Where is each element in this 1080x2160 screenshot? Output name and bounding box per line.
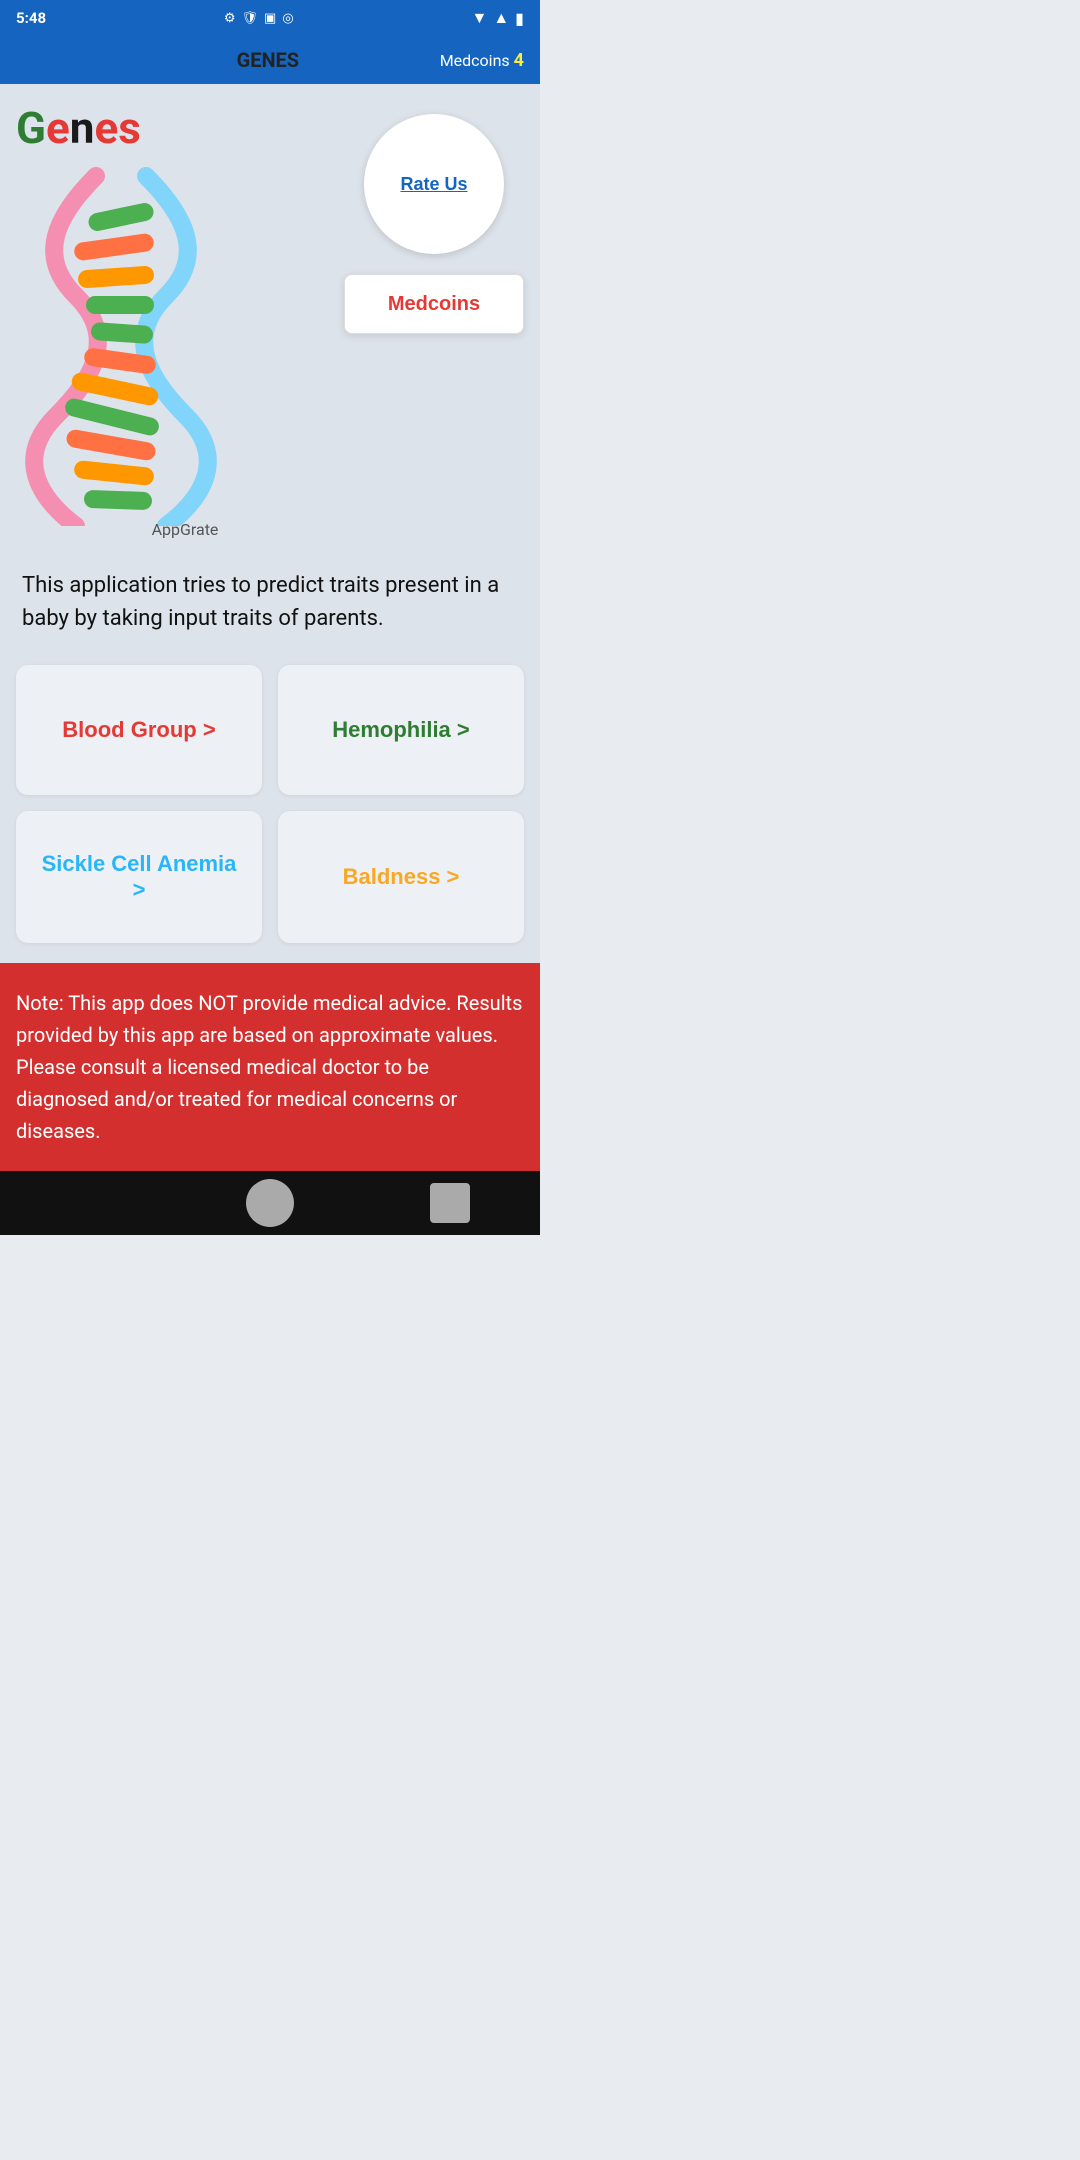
right-buttons: Rate Us Medcoins	[344, 104, 524, 334]
dna-illustration	[16, 156, 226, 526]
app-bar-title: GENES	[96, 48, 440, 72]
note-text: Note: This app does NOT provide medical …	[16, 987, 524, 1147]
logo-g: G	[16, 102, 46, 154]
at-icon: ◎	[282, 11, 293, 26]
nav-back-area	[50, 1163, 130, 1243]
hemophilia-label: Hemophilia >	[332, 717, 470, 743]
status-time: 5:48	[16, 9, 46, 27]
logo-area: Genes	[16, 104, 344, 539]
main-content: Genes	[0, 84, 540, 1171]
recents-square-icon	[430, 1183, 470, 1223]
rate-us-button[interactable]: Rate Us	[364, 114, 504, 254]
medcoins-header-label: Medcoins	[440, 51, 510, 70]
medcoins-button[interactable]: Medcoins	[344, 274, 524, 334]
cards-grid: Blood Group > Hemophilia > Sickle Cell A…	[16, 665, 524, 943]
blood-group-label: Blood Group >	[62, 717, 215, 743]
sickle-cell-card[interactable]: Sickle Cell Anemia >	[16, 811, 262, 943]
shield-icon: 🛡	[242, 11, 259, 26]
baldness-card[interactable]: Baldness >	[278, 811, 524, 943]
signal-icon: ▲	[493, 8, 509, 28]
nav-home-button[interactable]	[230, 1163, 310, 1243]
battery-icon: ▮	[515, 9, 524, 28]
logo-n: n	[70, 102, 95, 154]
settings-icon: ⚙	[224, 11, 236, 26]
blood-group-card[interactable]: Blood Group >	[16, 665, 262, 795]
wifi-icon: ▼	[471, 8, 487, 28]
baldness-label: Baldness >	[343, 864, 460, 890]
home-circle-icon	[246, 1179, 294, 1227]
status-right-icons: ▼ ▲ ▮	[471, 8, 524, 28]
nav-recents-button[interactable]	[410, 1163, 490, 1243]
status-bar: 5:48 ⚙ 🛡 ▣ ◎ ▼ ▲ ▮	[0, 0, 540, 36]
note-banner: Note: This app does NOT provide medical …	[0, 963, 540, 1171]
app-description: This application tries to predict traits…	[22, 569, 518, 635]
header-section: Genes	[16, 104, 524, 539]
bottom-nav	[0, 1171, 540, 1235]
app-name-logo: Genes	[16, 104, 344, 152]
hemophilia-card[interactable]: Hemophilia >	[278, 665, 524, 795]
sickle-cell-label: Sickle Cell Anemia >	[36, 851, 242, 903]
sim-icon: ▣	[264, 11, 276, 26]
medcoins-header-count: 4	[514, 50, 524, 71]
app-bar: GENES Medcoins 4	[0, 36, 540, 84]
rate-us-label: Rate Us	[400, 174, 467, 195]
logo-s: s	[118, 102, 141, 154]
logo-e1: e	[46, 102, 70, 154]
status-icons: ⚙ 🛡 ▣ ◎	[224, 11, 294, 26]
medcoins-btn-label: Medcoins	[388, 293, 480, 316]
logo-e2: e	[94, 102, 118, 154]
